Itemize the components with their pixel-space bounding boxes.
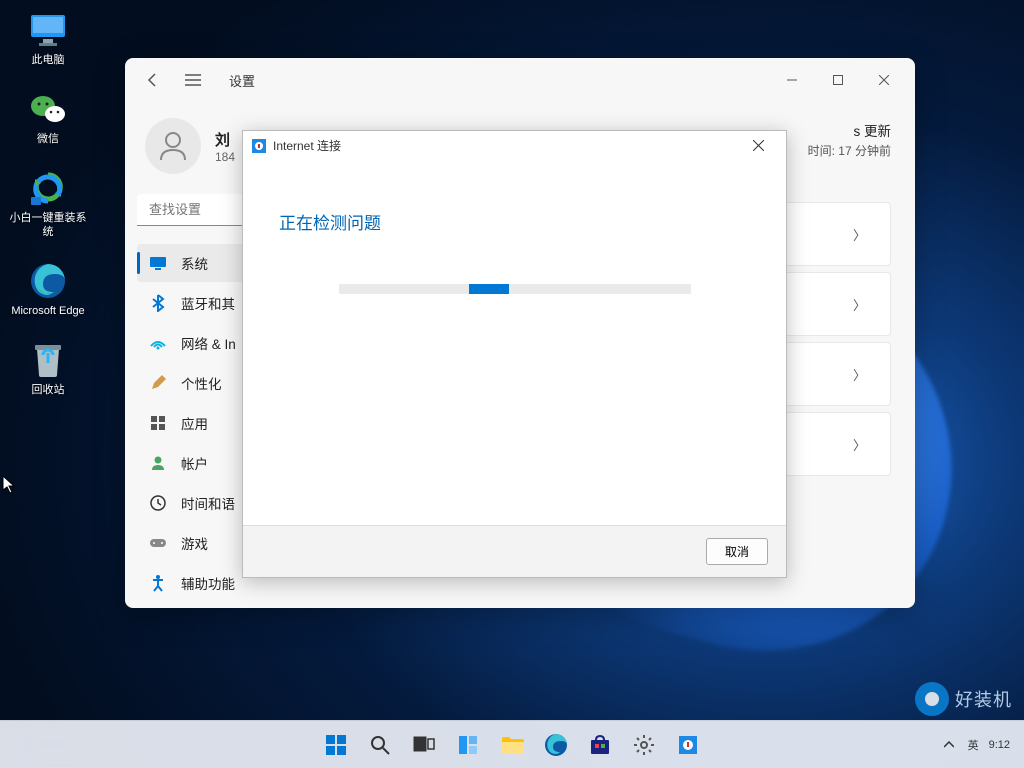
desktop-icon-recycle-bin[interactable]: 回收站 <box>8 340 88 397</box>
cancel-button[interactable]: 取消 <box>706 538 768 565</box>
watermark-text: 好装机 <box>955 686 1012 712</box>
monitor-icon <box>28 10 68 50</box>
maximize-button[interactable] <box>815 64 861 96</box>
progress-bar <box>339 284 691 294</box>
hamburger-menu-icon[interactable] <box>181 68 205 92</box>
bluetooth-icon <box>149 294 167 312</box>
taskbar-search-icon[interactable] <box>360 725 400 765</box>
minimize-button[interactable] <box>769 64 815 96</box>
desktop-icon-label: 此电脑 <box>32 54 65 67</box>
window-title: 设置 <box>229 71 255 90</box>
diagnostic-taskbar-icon[interactable] <box>668 725 708 765</box>
desktop-icon-this-pc[interactable]: 此电脑 <box>8 10 88 67</box>
network-icon <box>149 334 167 352</box>
gaming-icon <box>149 534 167 552</box>
window-titlebar: 设置 <box>125 58 915 102</box>
desktop-icon-label: Microsoft Edge <box>11 305 84 318</box>
dialog-title: Internet 连接 <box>273 137 341 154</box>
desktop-icon-label: 小白一键重装系统 <box>8 212 88 238</box>
nav-label: 帐户 <box>181 453 208 473</box>
nav-label: 个性化 <box>181 373 222 393</box>
profile-sub: 184 <box>215 150 235 164</box>
desktop-icon-wechat[interactable]: 微信 <box>8 89 88 146</box>
widgets-icon[interactable] <box>448 725 488 765</box>
dialog-heading: 正在检测问题 <box>279 209 750 234</box>
chevron-right-icon: 〉 <box>853 225 866 244</box>
back-button[interactable] <box>141 68 165 92</box>
system-icon <box>149 254 167 272</box>
wechat-icon <box>28 89 68 129</box>
personalize-icon <box>149 374 167 392</box>
file-explorer-icon[interactable] <box>492 725 532 765</box>
clock[interactable]: 9:12 <box>989 739 1010 751</box>
edge-taskbar-icon[interactable] <box>536 725 576 765</box>
nav-label: 蓝牙和其 <box>181 293 235 313</box>
watermark-logo-icon <box>915 682 949 716</box>
dialog-close-button[interactable] <box>738 132 778 160</box>
taskbar: 英 9:12 <box>0 720 1024 768</box>
store-icon[interactable] <box>580 725 620 765</box>
avatar-icon <box>145 118 201 174</box>
tray-overflow-icon[interactable] <box>940 737 958 753</box>
chevron-right-icon: 〉 <box>853 365 866 384</box>
nav-label: 系统 <box>181 253 208 273</box>
troubleshooter-dialog: Internet 连接 正在检测问题 取消 <box>242 130 787 578</box>
diagnostic-icon <box>251 138 267 154</box>
edge-icon <box>28 261 68 301</box>
windows-update-card[interactable]: s 更新 时间: 17 分钟前 <box>808 122 891 160</box>
settings-taskbar-icon[interactable] <box>624 725 664 765</box>
refresh-shield-icon <box>28 168 68 208</box>
nav-label: 网络 & In <box>181 333 236 353</box>
accessibility-icon <box>149 574 167 592</box>
nav-label: 辅助功能 <box>181 573 235 593</box>
time-lang-icon <box>149 494 167 512</box>
accounts-icon <box>149 454 167 472</box>
recycle-bin-icon <box>28 340 68 380</box>
desktop-icon-xiaobai[interactable]: 小白一键重装系统 <box>8 168 88 238</box>
desktop-icons-column: 此电脑 微信 小白一键重装系统 Microsoft Edge 回收站 <box>8 10 88 397</box>
task-view-icon[interactable] <box>404 725 444 765</box>
desktop-icon-label: 微信 <box>37 133 59 146</box>
nav-label: 时间和语 <box>181 493 235 513</box>
chevron-right-icon: 〉 <box>853 295 866 314</box>
nav-label: 游戏 <box>181 533 208 553</box>
desktop-icon-edge[interactable]: Microsoft Edge <box>8 261 88 318</box>
chevron-right-icon: 〉 <box>853 435 866 454</box>
ime-indicator[interactable]: 英 <box>968 737 979 753</box>
start-button[interactable] <box>316 725 356 765</box>
watermark: 好装机 <box>915 682 1012 716</box>
dialog-titlebar: Internet 连接 <box>243 131 786 161</box>
close-button[interactable] <box>861 64 907 96</box>
profile-name: 刘 <box>215 129 235 150</box>
apps-icon <box>149 414 167 432</box>
desktop-icon-label: 回收站 <box>32 384 65 397</box>
nav-label: 应用 <box>181 413 208 433</box>
